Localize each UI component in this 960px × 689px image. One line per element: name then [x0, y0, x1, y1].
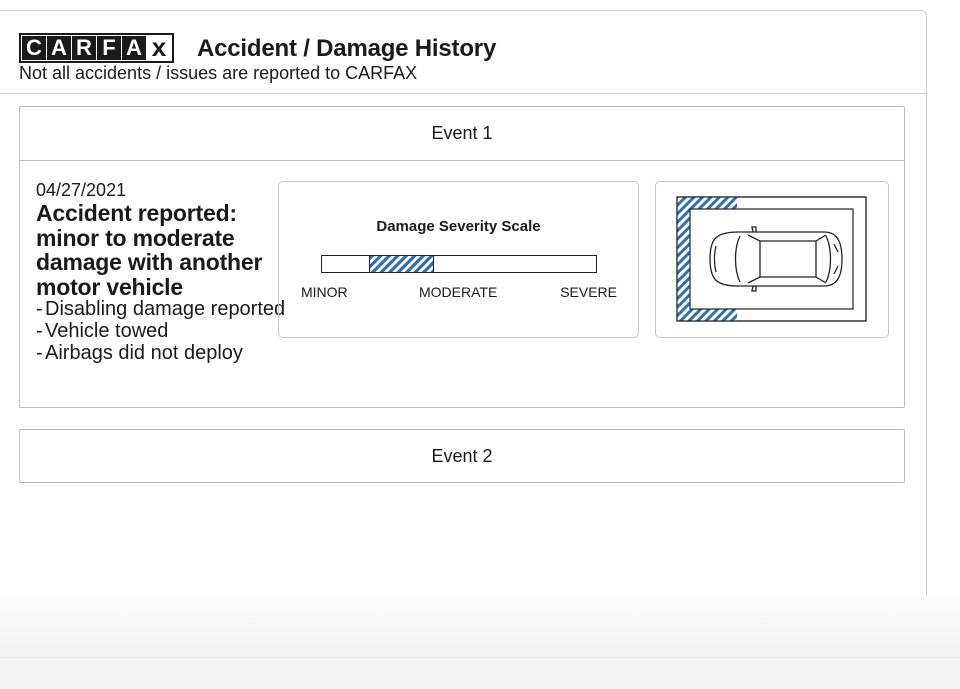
logo-letter: x: [147, 34, 171, 60]
car-top-view-icon: [676, 196, 867, 322]
footer-strip: [0, 657, 960, 689]
logo-letter: R: [72, 36, 96, 60]
severity-label-moderate: MODERATE: [419, 284, 498, 300]
section-subtitle: Not all accidents / issues are reported …: [19, 63, 418, 83]
event-date: 04/27/2021: [36, 180, 127, 200]
carfax-logo: C A R F A x: [19, 33, 174, 63]
severity-indicator: [368, 255, 435, 273]
header-divider: [0, 93, 927, 94]
event-headline: Accident reported: minor to moderate dam…: [36, 200, 263, 300]
severity-label-minor: MINOR: [301, 284, 348, 300]
damage-location-card: [655, 181, 889, 338]
event-2-header[interactable]: Event 2: [20, 430, 904, 483]
logo-letter: A: [47, 36, 71, 60]
severity-label-severe: SEVERE: [560, 284, 617, 300]
event-card-2: Event 2: [19, 429, 905, 483]
severity-bar: [321, 255, 597, 273]
report-panel: C A R F A x Accident / Damage History No…: [0, 10, 927, 600]
logo-letter: C: [22, 36, 46, 60]
logo-letter: A: [122, 36, 146, 60]
event-details-list: - Disabling damage reported - Vehicle towe…: [36, 298, 285, 364]
list-item: - Vehicle towed: [36, 320, 169, 342]
list-item: - Airbags did not deploy: [36, 342, 243, 364]
severity-scale-title: Damage Severity Scale: [376, 218, 541, 235]
list-item: - Disabling damage reported: [36, 298, 286, 320]
damage-severity-card: Damage Severity Scale MINOR MODERATE SEV…: [278, 181, 639, 338]
event-1-header[interactable]: Event 1: [20, 107, 904, 161]
section-title: Accident / Damage History: [197, 35, 497, 62]
page-footer: [0, 595, 960, 689]
logo-letter: F: [97, 36, 121, 60]
event-card-1: Event 1 04/27/2021 Accident reported: mi…: [19, 106, 905, 408]
